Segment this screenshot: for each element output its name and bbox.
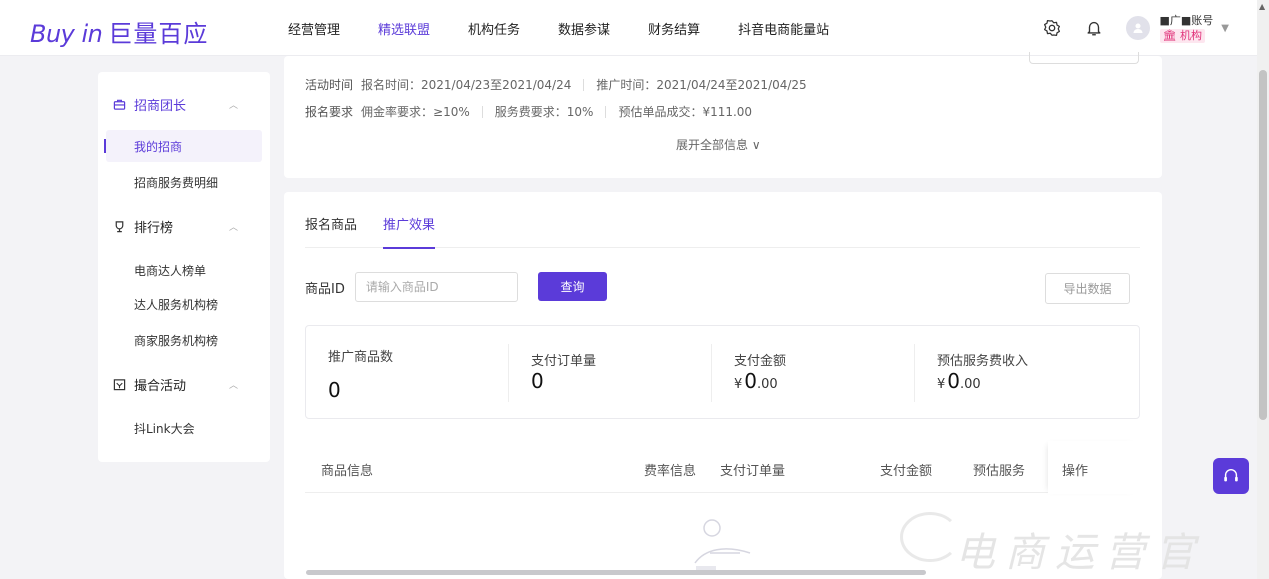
col-product-info: 商品信息 [321, 464, 374, 479]
account-type-badge: 🏛 机构 [1159, 28, 1205, 43]
col-rate-info: 费率信息 [644, 464, 697, 479]
product-id-label: 商品ID [305, 281, 345, 297]
promotion-time: 推广时间：2021/04/24至2021/04/25 [596, 78, 807, 92]
customer-service-headset-icon[interactable] [1213, 458, 1249, 494]
sidebar-item-douyin-link[interactable]: 抖Link大会 [106, 412, 262, 444]
chevron-up-icon: ︿ [228, 100, 238, 111]
nav-item-alliance[interactable]: 精选联盟 [378, 19, 430, 38]
nav-item-energy-station[interactable]: 抖音电商能量站 [738, 19, 829, 38]
col-paid-orders: 支付订单量 [720, 464, 786, 479]
horizontal-scrollbar-thumb[interactable] [306, 570, 926, 575]
chevron-up-icon: ︿ [228, 380, 238, 391]
calendar-icon [112, 377, 126, 391]
sidebar-group-label: 撮合活动 [134, 378, 187, 394]
sidebar-item-merchant-agency-ranking[interactable]: 商家服务机构榜 [106, 324, 262, 356]
vertical-scrollbar-thumb[interactable] [1259, 70, 1267, 420]
sidebar-item-my-merchants[interactable]: 我的招商 [106, 130, 262, 162]
commission-requirement: 佣金率要求：≥10% [361, 105, 470, 119]
scroll-up-arrow-icon[interactable]: ▲ [1259, 2, 1265, 11]
settings-gear-icon[interactable] [1042, 18, 1062, 38]
table-header: 商品信息 费率信息 支付订单量 支付金额 预估服务 操作 [305, 441, 1140, 494]
avatar[interactable] [1125, 16, 1150, 40]
account-name: ■广■账号 [1159, 13, 1214, 27]
briefcase-icon [112, 97, 126, 111]
nav-item-data[interactable]: 数据参谋 [558, 19, 610, 38]
brand-logo[interactable]: Buy in 巨量百应 [30, 14, 208, 49]
sidebar-group-merchant-leader[interactable]: 招商团长 ︿ [98, 86, 270, 122]
tab-bar: 报名商品 推广效果 [305, 214, 1140, 249]
nav-item-business[interactable]: 经营管理 [288, 19, 340, 38]
requirements-line: 报名要求 佣金率要求：≥10% 服务费要求：10% 预估单品成交：¥111.00 [305, 105, 753, 119]
tab-registered-products[interactable]: 报名商品 [305, 214, 357, 248]
chevron-down-icon[interactable]: ▼ [1221, 23, 1229, 34]
expand-all-info-link[interactable]: 展开全部信息 ∨ [676, 136, 761, 153]
sidebar-item-creator-ranking[interactable]: 电商达人榜单 [106, 254, 262, 286]
sidebar-item-service-fee-detail[interactable]: 招商服务费明细 [106, 166, 262, 198]
registration-time: 报名时间：2021/04/23至2021/04/24 [361, 78, 572, 92]
watermark-ring [900, 512, 960, 562]
sidebar-item-creator-agency-ranking[interactable]: 达人服务机构榜 [106, 288, 262, 320]
estimated-deal-price: 预估单品成交：¥111.00 [618, 105, 753, 119]
query-button[interactable]: 查询 [538, 272, 607, 301]
sidebar-active-indicator [104, 139, 106, 153]
top-action-button[interactable] [1029, 52, 1139, 64]
trophy-icon [112, 219, 126, 233]
sidebar-group-rankings[interactable]: 排行榜 ︿ [98, 208, 270, 244]
fixed-ops-column: 操作 [1048, 441, 1140, 494]
vertical-scrollbar[interactable]: ▲ [1257, 0, 1269, 579]
export-data-button[interactable]: 导出数据 [1045, 273, 1130, 304]
col-operations: 操作 [1062, 464, 1089, 479]
sidebar-group-matchmaking[interactable]: 撮合活动 ︿ [98, 366, 270, 402]
bell-icon[interactable] [1084, 18, 1104, 38]
chevron-up-icon: ︿ [228, 222, 238, 233]
account-info[interactable]: ■广■账号 🏛 机构 [1159, 13, 1214, 43]
sidebar: 招商团长 ︿ 我的招商 招商服务费明细 排行榜 ︿ 电商达人榜单 达人服务机构榜… [98, 72, 270, 462]
tab-promotion-effect[interactable]: 推广效果 [383, 214, 436, 249]
product-id-filter: 商品ID [305, 272, 518, 302]
watermark-text: 电商运营官 [955, 530, 1205, 576]
sidebar-group-label: 招商团长 [134, 98, 187, 114]
product-id-input[interactable] [354, 272, 518, 302]
main-nav: 经营管理 精选联盟 机构任务 数据参谋 财务结算 抖音电商能量站 [288, 0, 867, 56]
col-paid-amount: 支付金额 [880, 464, 933, 479]
col-estimated-service: 预估服务 [973, 464, 1026, 479]
sidebar-group-label: 排行榜 [134, 220, 174, 236]
empty-state-illustration [690, 508, 760, 579]
nav-item-agency-tasks[interactable]: 机构任务 [468, 19, 520, 38]
activity-time-line: 活动时间 报名时间：2021/04/23至2021/04/24 推广时间：202… [305, 78, 807, 92]
activity-info-panel: 活动时间 报名时间：2021/04/23至2021/04/24 推广时间：202… [284, 52, 1162, 178]
nav-item-finance[interactable]: 财务结算 [648, 19, 700, 38]
service-fee-requirement: 服务费要求：10% [494, 105, 594, 119]
stats-summary: 推广商品数 0 支付订单量 0 支付金额 ¥0.00 预估服务费收入 ¥0.00 [305, 325, 1140, 419]
top-navbar: Buy in 巨量百应 经营管理 精选联盟 机构任务 数据参谋 财务结算 抖音电商… [0, 0, 1269, 56]
